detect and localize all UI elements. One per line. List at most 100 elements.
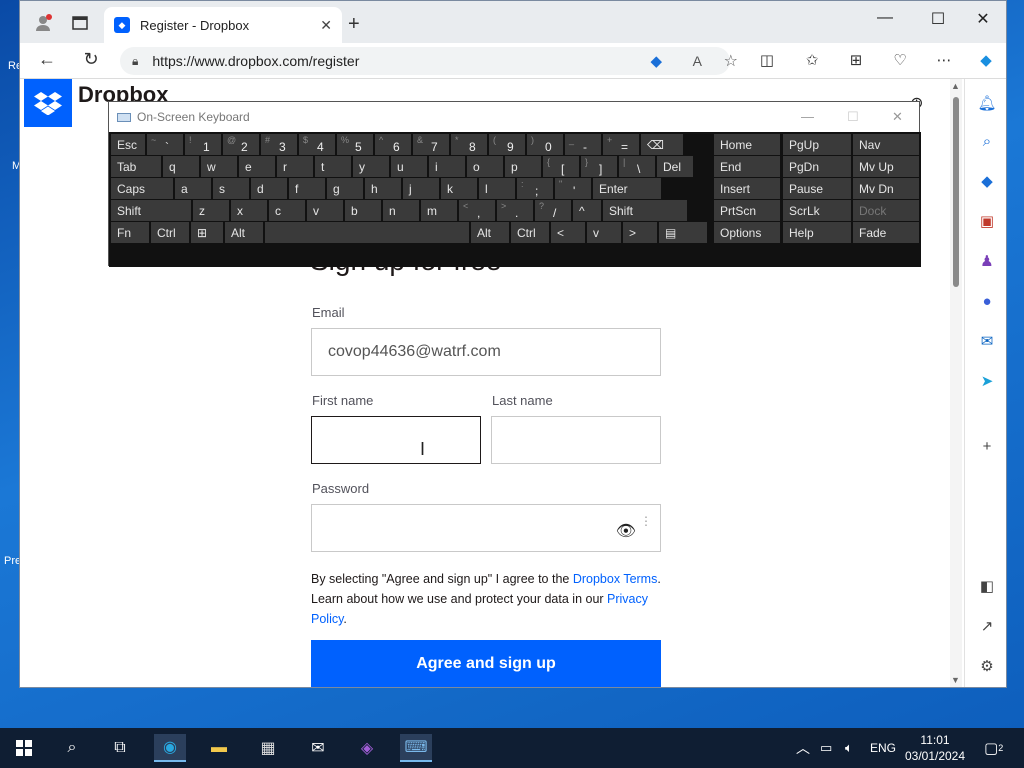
- store-icon[interactable]: ▦: [252, 734, 284, 762]
- maximize-icon[interactable]: ☐: [923, 9, 953, 29]
- osk-close-icon[interactable]: ✕: [892, 109, 903, 125]
- coupon-tag-icon[interactable]: ◆: [650, 52, 662, 70]
- osk-key[interactable]: Help: [783, 222, 851, 243]
- osk-key[interactable]: q: [163, 156, 199, 177]
- osk-key[interactable]: Fade: [853, 222, 919, 243]
- agree-sign-up-button[interactable]: Agree and sign up: [311, 640, 661, 687]
- read-aloud-icon[interactable]: A: [693, 53, 702, 69]
- osk-key[interactable]: {[: [543, 156, 579, 177]
- show-password-icon[interactable]: 👁︎: [616, 521, 636, 541]
- more-options-icon[interactable]: ⋯: [932, 51, 956, 71]
- osk-key[interactable]: <: [551, 222, 585, 243]
- search-icon[interactable]: ⌕: [975, 129, 999, 153]
- osk-key[interactable]: a: [175, 178, 211, 199]
- language-indicator[interactable]: ENG: [870, 728, 896, 768]
- osk-key[interactable]: j: [403, 178, 439, 199]
- osk-key[interactable]: Mv Dn: [853, 178, 919, 199]
- osk-key[interactable]: g: [327, 178, 363, 199]
- osk-key[interactable]: z: [193, 200, 229, 221]
- performance-icon[interactable]: ♡: [888, 51, 912, 71]
- first-name-field[interactable]: [311, 416, 481, 464]
- shopping-icon[interactable]: ◆: [975, 169, 999, 193]
- osk-key[interactable]: & 7: [413, 134, 449, 155]
- dropbox-logo-icon[interactable]: [24, 79, 72, 127]
- osk-key[interactable]: s: [213, 178, 249, 199]
- show-hidden-icons-icon[interactable]: ︿: [796, 728, 810, 768]
- collections-icon[interactable]: ⊞: [844, 51, 868, 71]
- osk-key[interactable]: n: [383, 200, 419, 221]
- osk-key[interactable]: Shift: [603, 200, 687, 221]
- drop-icon[interactable]: ➤: [975, 369, 999, 393]
- osk-key[interactable]: Insert: [714, 178, 780, 199]
- osk-key[interactable]: Del: [657, 156, 693, 177]
- taskbar-search-icon[interactable]: ⌕: [56, 734, 88, 762]
- osk-key[interactable]: x: [231, 200, 267, 221]
- osk-title-bar[interactable]: On-Screen Keyboard — ☐ ✕: [109, 102, 919, 132]
- osk-key[interactable]: r: [277, 156, 313, 177]
- close-tab-icon[interactable]: ✕: [320, 17, 332, 34]
- osk-key[interactable]: Nav: [853, 134, 919, 155]
- terms-link[interactable]: Dropbox Terms: [573, 572, 658, 586]
- osk-key[interactable]: o: [467, 156, 503, 177]
- osk-key[interactable]: $4: [299, 134, 335, 155]
- osk-key[interactable]: Mv Up: [853, 156, 919, 177]
- microsoft-365-icon[interactable]: ●: [975, 289, 999, 313]
- osk-key[interactable]: Dock: [853, 200, 919, 221]
- notifications-icon[interactable]: 🔔︎: [975, 91, 999, 115]
- osk-key[interactable]: #3: [261, 134, 297, 155]
- osk-key[interactable]: ▤: [659, 222, 707, 243]
- osk-key[interactable]: f: [289, 178, 325, 199]
- osk-key[interactable]: v: [307, 200, 343, 221]
- osk-key[interactable]: Ctrl: [151, 222, 189, 243]
- hide-sidebar-icon[interactable]: ◧: [975, 574, 999, 598]
- osk-key[interactable]: :;: [517, 178, 553, 199]
- osk-key[interactable]: ! 1: [185, 134, 221, 155]
- osk-key[interactable]: PrtScn: [714, 200, 780, 221]
- osk-key[interactable]: h: [365, 178, 401, 199]
- osk-key[interactable]: w: [201, 156, 237, 177]
- password-manager-icon[interactable]: ⋮: [640, 515, 652, 527]
- osk-key[interactable]: u: [391, 156, 427, 177]
- last-name-field[interactable]: [491, 416, 661, 464]
- osk-key[interactable]: Shift: [111, 200, 191, 221]
- osk-key[interactable]: ~ `: [147, 134, 183, 155]
- osk-key[interactable]: [265, 222, 469, 243]
- osk-key[interactable]: | \: [619, 156, 655, 177]
- osk-key[interactable]: Tab: [111, 156, 161, 177]
- file-explorer-icon[interactable]: ▬: [203, 734, 235, 762]
- close-window-icon[interactable]: ✕: [968, 9, 998, 29]
- osk-key[interactable]: ScrLk: [783, 200, 851, 221]
- osk-minimize-icon[interactable]: —: [801, 109, 814, 124]
- osk-key[interactable]: * 8: [451, 134, 487, 155]
- scroll-thumb[interactable]: [953, 97, 959, 287]
- network-icon[interactable]: ▭: [820, 728, 832, 768]
- osk-key[interactable]: PgUp: [783, 134, 851, 155]
- last-name-input[interactable]: [508, 431, 660, 449]
- osk-key[interactable]: <,: [459, 200, 495, 221]
- osk-key[interactable]: Ctrl: [511, 222, 549, 243]
- favorites-icon[interactable]: ✩: [800, 51, 824, 71]
- osk-key[interactable]: }]: [581, 156, 617, 177]
- osk-key[interactable]: >.: [497, 200, 533, 221]
- scroll-up-icon[interactable]: ▲: [951, 81, 960, 91]
- email-field[interactable]: [311, 328, 661, 376]
- osk-key[interactable]: e: [239, 156, 275, 177]
- mail-icon[interactable]: ✉: [302, 734, 334, 762]
- outlook-icon[interactable]: ✉: [975, 329, 999, 353]
- osk-key[interactable]: Home: [714, 134, 780, 155]
- refresh-icon[interactable]: ↻: [78, 49, 104, 73]
- osk-key[interactable]: % 5: [337, 134, 373, 155]
- add-sidebar-app-icon[interactable]: +: [975, 434, 999, 458]
- osk-key[interactable]: t: [315, 156, 351, 177]
- osk-key[interactable]: y: [353, 156, 389, 177]
- copilot-icon[interactable]: ◆: [974, 51, 998, 71]
- tools-icon[interactable]: ▣: [975, 209, 999, 233]
- favorite-star-icon[interactable]: ☆: [724, 51, 738, 71]
- url-input[interactable]: 🔒︎ https://www.dropbox.com/register ◆ A …: [120, 47, 738, 75]
- password-input[interactable]: [328, 519, 660, 537]
- scroll-down-icon[interactable]: ▼: [951, 675, 960, 685]
- edge-taskbar-icon[interactable]: ◉: [154, 734, 186, 762]
- osk-key[interactable]: d: [251, 178, 287, 199]
- osk-key[interactable]: ⊞: [191, 222, 223, 243]
- osk-key[interactable]: c: [269, 200, 305, 221]
